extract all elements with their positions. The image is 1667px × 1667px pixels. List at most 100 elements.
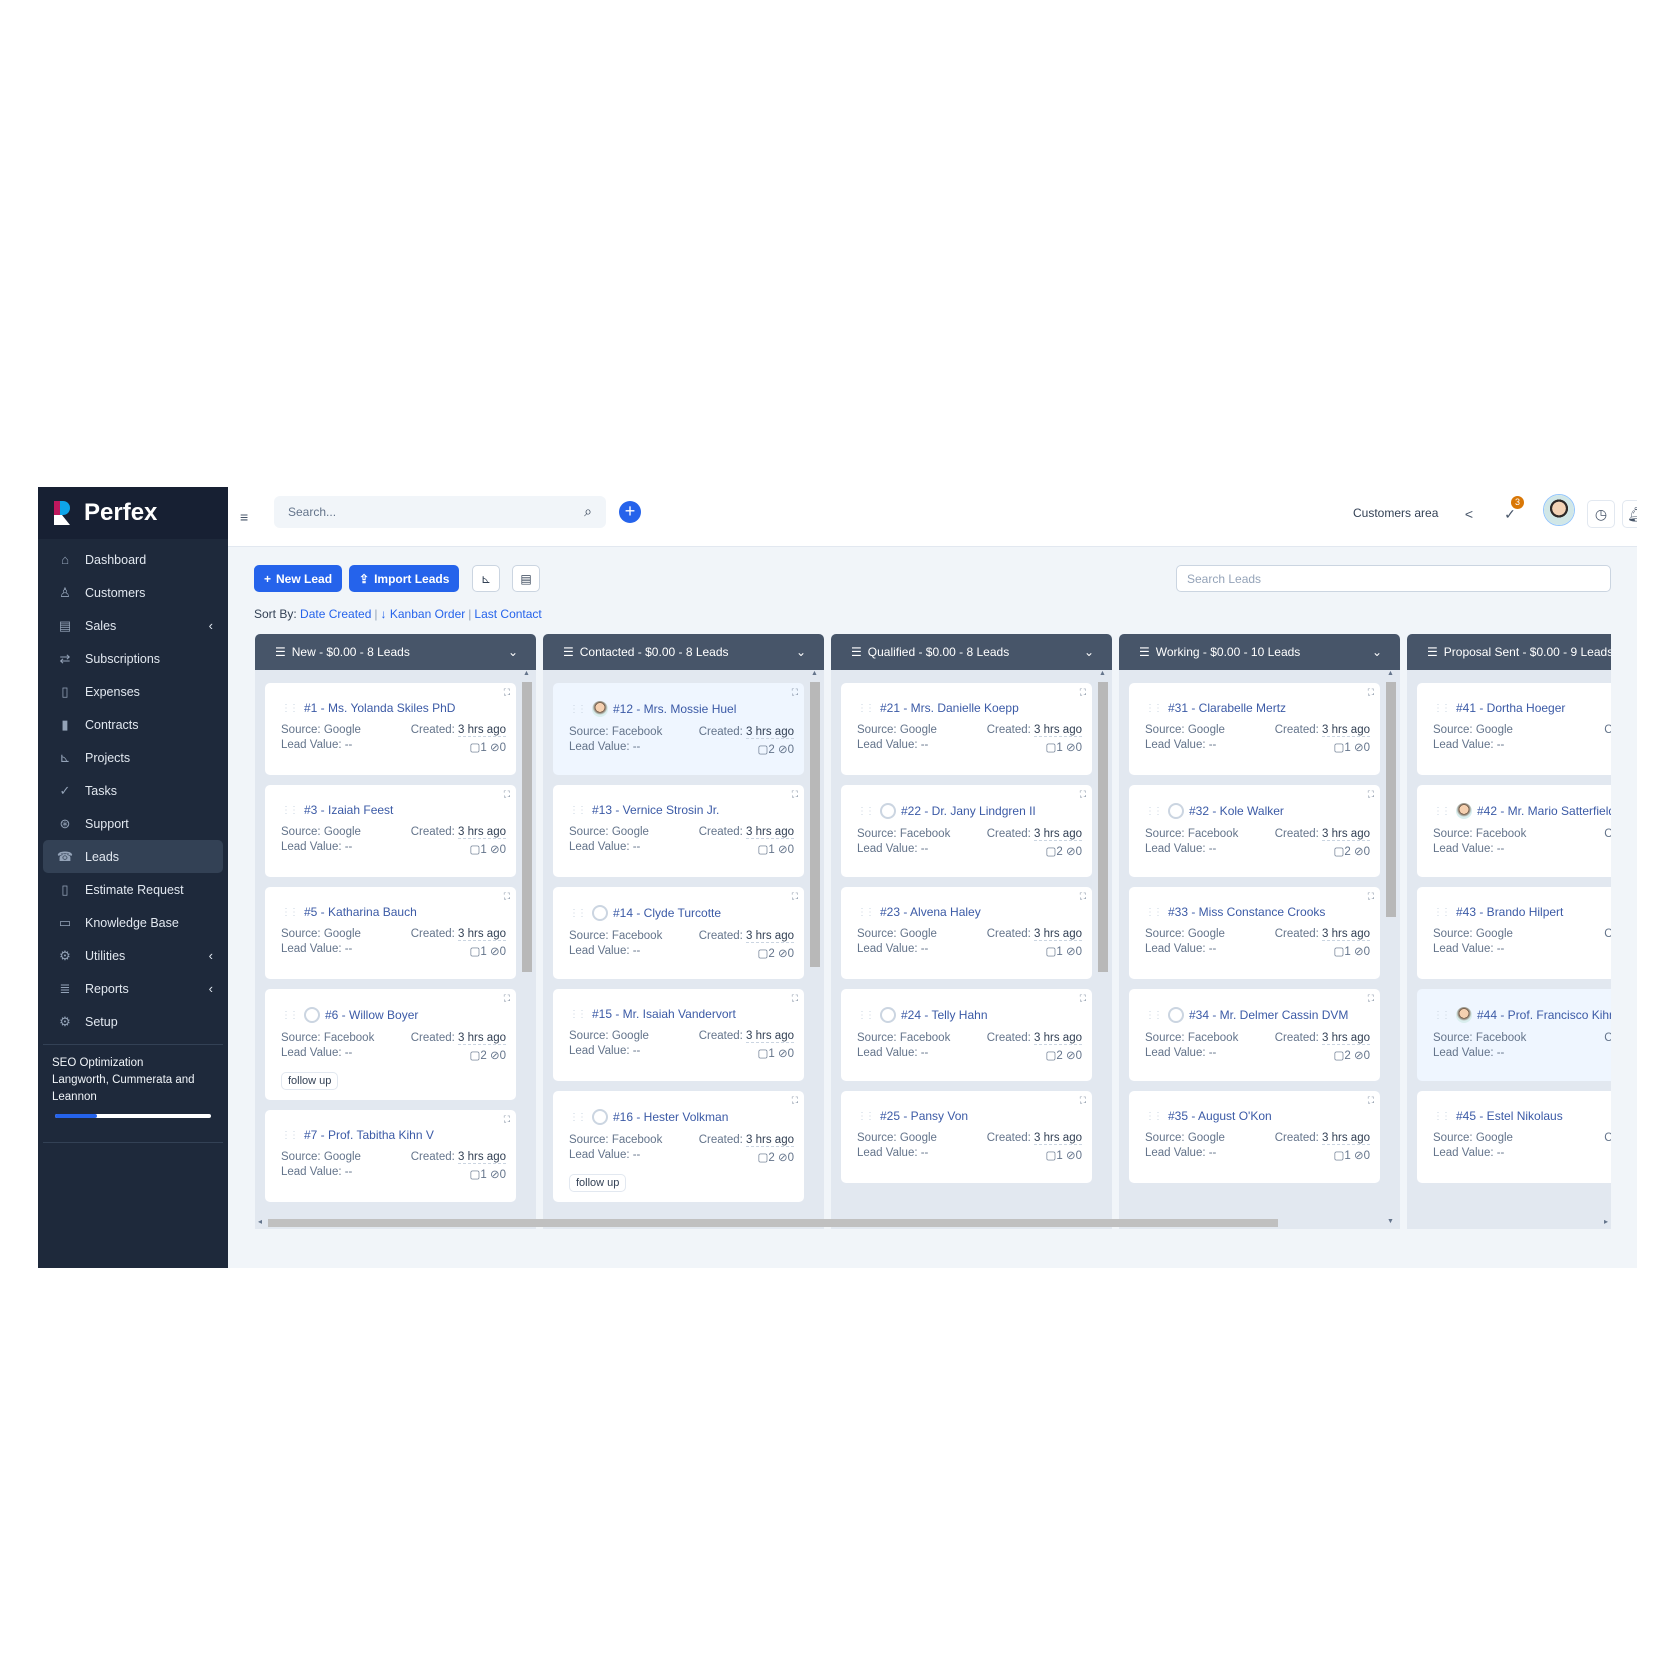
lead-card[interactable]: ⛶ ⋮⋮#44 - Prof. Francisco Kihn Source: F… <box>1417 989 1611 1081</box>
lead-card[interactable]: ⛶ ⋮⋮ #5 - Katharina Bauch Source: Google L… <box>265 887 516 979</box>
chevron-down-icon[interactable]: ⌄ <box>508 645 518 659</box>
expand-icon[interactable]: ⛶ <box>504 1114 510 1125</box>
customers-area-link[interactable]: Customers area <box>1353 506 1438 520</box>
search-leads-input[interactable]: Search Leads <box>1176 565 1611 592</box>
expand-icon[interactable]: ⛶ <box>1080 687 1086 698</box>
lead-card[interactable]: ⛶ ⋮⋮#42 - Mr. Mario Satterfield J Source… <box>1417 785 1611 877</box>
drag-handle-icon[interactable]: ⋮⋮ <box>1433 1010 1451 1021</box>
lead-title-link[interactable]: #33 - Miss Constance Crooks <box>1168 905 1325 919</box>
horizontal-scrollbar[interactable]: ◂ ▸ <box>255 1217 1611 1229</box>
lead-card[interactable]: ⛶ ⋮⋮ #7 - Prof. Tabitha Kihn V Source: Go… <box>265 1110 516 1202</box>
lead-card[interactable]: ⛶ ⋮⋮ #34 - Mr. Delmer Cassin DVM Source: … <box>1129 989 1380 1081</box>
expand-icon[interactable]: ⛶ <box>792 687 798 698</box>
lead-card[interactable]: ⛶ ⋮⋮ #16 - Hester Volkman Source: Faceboo… <box>553 1091 804 1202</box>
drag-handle-icon[interactable]: ☰ <box>851 645 862 659</box>
lead-card[interactable]: ⛶ ⋮⋮ #13 - Vernice Strosin Jr. Source: Go… <box>553 785 804 877</box>
lead-card[interactable]: ⛶ ⋮⋮#41 - Dortha Hoeger Source: GoogleLe… <box>1417 683 1611 775</box>
drag-handle-icon[interactable]: ☰ <box>563 645 574 659</box>
lead-title-link[interactable]: #35 - August O'Kon <box>1168 1109 1272 1123</box>
expand-icon[interactable]: ⛶ <box>792 789 798 800</box>
sort-date-created[interactable]: Date Created <box>300 607 371 621</box>
lead-title-link[interactable]: #16 - Hester Volkman <box>613 1110 728 1124</box>
lead-title-link[interactable]: #21 - Mrs. Danielle Koepp <box>880 701 1019 715</box>
sidebar-item-setup[interactable]: ⚙ Setup <box>43 1005 223 1038</box>
expand-icon[interactable]: ⛶ <box>1368 789 1374 800</box>
drag-handle-icon[interactable]: ⋮⋮ <box>1145 1010 1163 1021</box>
expand-icon[interactable]: ⛶ <box>504 687 510 698</box>
drag-handle-icon[interactable]: ⋮⋮ <box>281 703 299 714</box>
sidebar-item-knowledge-base[interactable]: ▭ Knowledge Base <box>43 906 223 939</box>
expand-icon[interactable]: ⛶ <box>1368 993 1374 1004</box>
column-header[interactable]: ☰ Qualified - $0.00 - 8 Leads ⌄ <box>831 634 1112 670</box>
column-scrollbar[interactable]: ▲▼ <box>1386 670 1396 1225</box>
expand-icon[interactable]: ⛶ <box>1080 1095 1086 1106</box>
drag-handle-icon[interactable]: ⋮⋮ <box>569 805 587 816</box>
lead-title-link[interactable]: #34 - Mr. Delmer Cassin DVM <box>1189 1008 1348 1022</box>
scrollbar-thumb[interactable] <box>1386 682 1396 917</box>
new-lead-button[interactable]: + New Lead <box>254 565 343 592</box>
sidebar-item-estimate-request[interactable]: ▯ Estimate Request <box>43 873 223 906</box>
lead-card[interactable]: ⛶ ⋮⋮ #35 - August O'Kon Source: Google Lea… <box>1129 1091 1380 1183</box>
sidebar-item-reports[interactable]: ≣ Reports ‹ <box>43 972 223 1005</box>
lead-title-link[interactable]: #5 - Katharina Bauch <box>304 905 417 919</box>
todo-check-icon[interactable]: ✓ 3 <box>1496 496 1524 528</box>
project-widget[interactable]: SEO Optimization Langworth, Cummerata an… <box>38 1045 228 1136</box>
sidebar-item-customers[interactable]: ♙ Customers <box>43 576 223 609</box>
expand-icon[interactable]: ⛶ <box>504 891 510 902</box>
chevron-down-icon[interactable]: ⌄ <box>1084 645 1094 659</box>
lead-card[interactable]: ⛶ ⋮⋮ #32 - Kole Walker Source: Facebook Le… <box>1129 785 1380 877</box>
lead-title-link[interactable]: #13 - Vernice Strosin Jr. <box>592 803 719 817</box>
lead-card[interactable]: ⛶ ⋮⋮ #25 - Pansy Von Source: Google Lead V… <box>841 1091 1092 1183</box>
drag-handle-icon[interactable]: ⋮⋮ <box>857 703 875 714</box>
scrollbar-thumb[interactable] <box>810 682 820 967</box>
expand-icon[interactable]: ⛶ <box>1080 993 1086 1004</box>
drag-handle-icon[interactable]: ☰ <box>275 645 286 659</box>
lead-title-link[interactable]: #43 - Brando Hilpert <box>1456 905 1563 919</box>
expand-icon[interactable]: ⛶ <box>1080 891 1086 902</box>
expand-icon[interactable]: ⛶ <box>1080 789 1086 800</box>
expand-icon[interactable]: ⛶ <box>1368 1095 1374 1106</box>
column-scrollbar[interactable]: ▲▼ <box>522 670 532 1225</box>
drag-handle-icon[interactable]: ⋮⋮ <box>1145 907 1163 918</box>
lead-card[interactable]: ⛶ ⋮⋮ #15 - Mr. Isaiah Vandervort Source: … <box>553 989 804 1081</box>
lead-card[interactable]: ⛶ ⋮⋮#43 - Brando Hilpert Source: GoogleL… <box>1417 887 1611 979</box>
lead-title-link[interactable]: #32 - Kole Walker <box>1189 804 1284 818</box>
expand-icon[interactable]: ⛶ <box>504 993 510 1004</box>
drag-handle-icon[interactable]: ⋮⋮ <box>857 1010 875 1021</box>
column-scrollbar[interactable]: ▲▼ <box>1098 670 1108 1225</box>
drag-handle-icon[interactable]: ⋮⋮ <box>857 806 875 817</box>
drag-handle-icon[interactable]: ⋮⋮ <box>569 1009 587 1020</box>
sort-kanban-order[interactable]: ↓ Kanban Order <box>381 607 466 621</box>
lead-title-link[interactable]: #14 - Clyde Turcotte <box>613 906 721 920</box>
drag-handle-icon[interactable]: ⋮⋮ <box>1145 806 1163 817</box>
sidebar-item-dashboard[interactable]: ⌂ Dashboard <box>43 543 223 576</box>
lead-title-link[interactable]: #44 - Prof. Francisco Kihn <box>1477 1008 1611 1022</box>
lead-title-link[interactable]: #24 - Telly Hahn <box>901 1008 988 1022</box>
lead-tag[interactable]: follow up <box>569 1174 627 1192</box>
expand-icon[interactable]: ⛶ <box>1368 687 1374 698</box>
drag-handle-icon[interactable]: ⋮⋮ <box>569 1112 587 1123</box>
lead-title-link[interactable]: #1 - Ms. Yolanda Skiles PhD <box>304 701 455 715</box>
scroll-up-arrow[interactable]: ▲ <box>1099 670 1106 677</box>
drag-handle-icon[interactable]: ⋮⋮ <box>281 805 299 816</box>
expand-icon[interactable]: ⛶ <box>792 891 798 902</box>
logo[interactable]: Perfex <box>38 487 228 539</box>
lead-title-link[interactable]: #15 - Mr. Isaiah Vandervort <box>592 1007 736 1021</box>
lead-card[interactable]: ⛶ ⋮⋮ #33 - Miss Constance Crooks Source: … <box>1129 887 1380 979</box>
scroll-left-arrow[interactable]: ◂ <box>258 1217 262 1226</box>
sidebar-item-contracts[interactable]: ▮ Contracts <box>43 708 223 741</box>
table-view-button[interactable]: ▤ <box>512 565 540 592</box>
clock-icon[interactable]: ◷ <box>1587 500 1615 528</box>
sidebar-item-support[interactable]: ⊛ Support <box>43 807 223 840</box>
scroll-up-arrow[interactable]: ▲ <box>811 670 818 677</box>
drag-handle-icon[interactable]: ⋮⋮ <box>1145 703 1163 714</box>
global-search-input[interactable]: Search... ⌕ <box>274 496 606 528</box>
lead-title-link[interactable]: #3 - Izaiah Feest <box>304 803 393 817</box>
drag-handle-icon[interactable]: ⋮⋮ <box>281 1010 299 1021</box>
sidebar-item-leads[interactable]: ☎ Leads <box>43 840 223 873</box>
column-header[interactable]: ☰ Proposal Sent - $0.00 - 9 Leads <box>1407 634 1611 670</box>
drag-handle-icon[interactable]: ⋮⋮ <box>1145 1111 1163 1122</box>
share-icon[interactable]: < <box>1455 500 1483 528</box>
lead-card[interactable]: ⛶ ⋮⋮ #14 - Clyde Turcotte Source: Faceboo… <box>553 887 804 979</box>
lead-title-link[interactable]: #42 - Mr. Mario Satterfield J <box>1477 804 1611 818</box>
